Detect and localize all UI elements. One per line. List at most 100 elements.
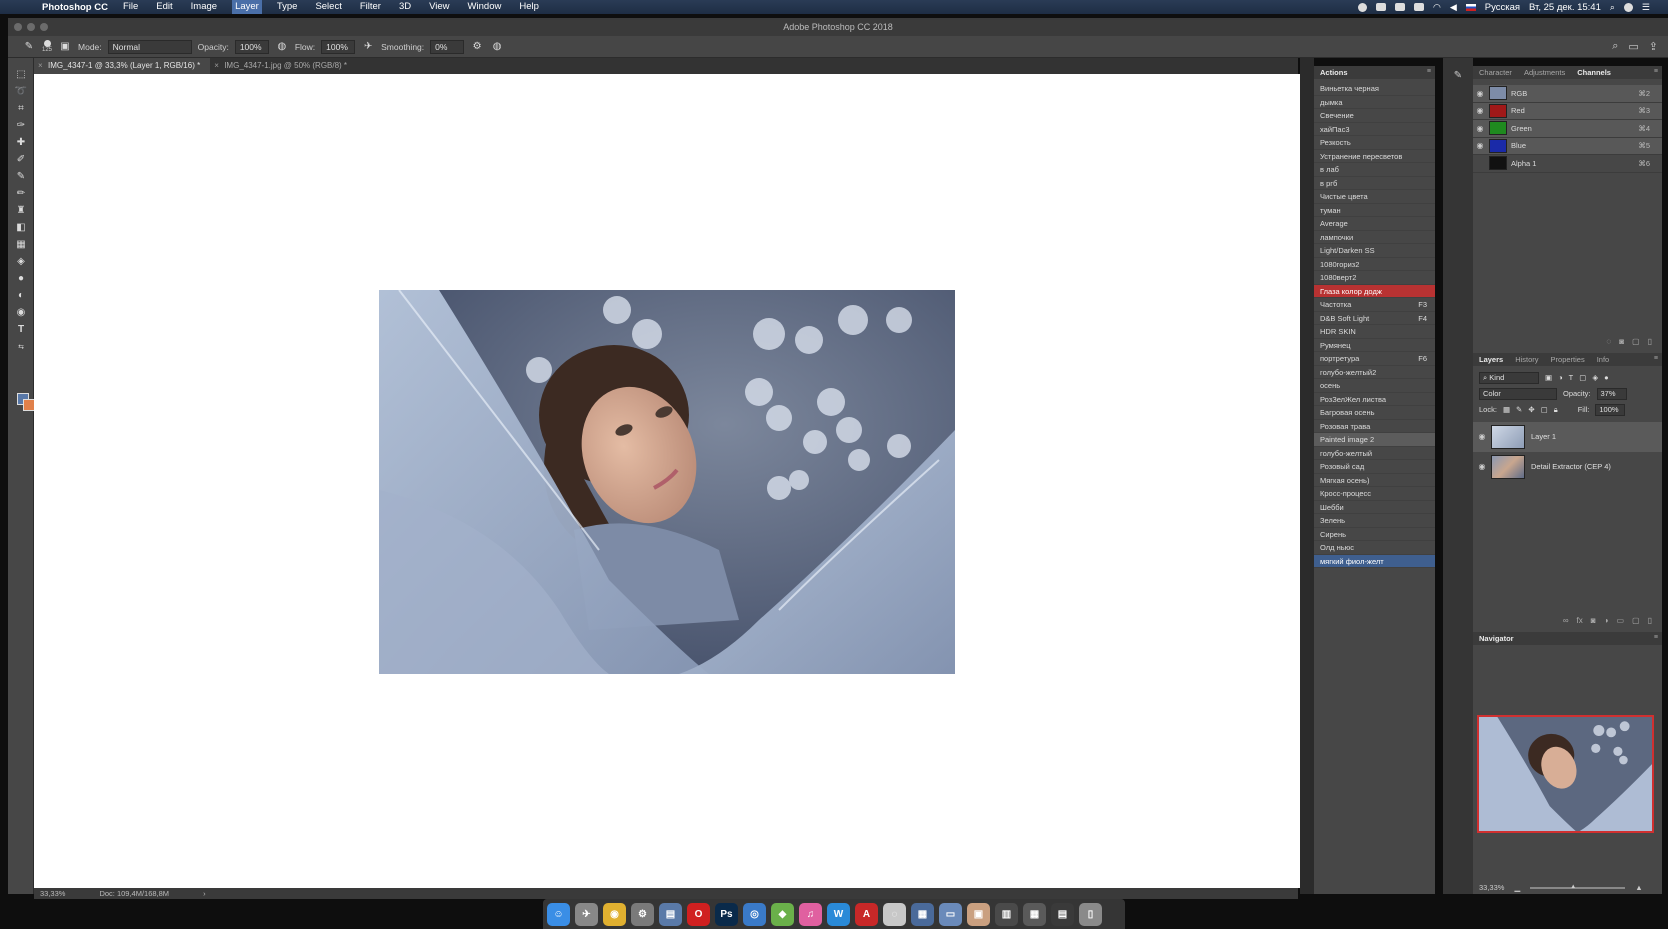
- menu-type[interactable]: Type: [274, 0, 301, 14]
- record-icon[interactable]: [1357, 2, 1367, 12]
- acrobat-icon[interactable]: A: [855, 902, 878, 926]
- zoom-out-icon[interactable]: ▁: [1514, 883, 1520, 892]
- finder-folder-icon[interactable]: ▤: [659, 902, 682, 926]
- status-menu-chevron-icon[interactable]: ›: [203, 889, 206, 898]
- mode-select[interactable]: Normal: [107, 39, 192, 54]
- folder-stack-icon[interactable]: ▦: [911, 902, 934, 926]
- action-item[interactable]: Розовая трава: [1314, 420, 1435, 433]
- itunes-icon[interactable]: ♫: [799, 902, 822, 926]
- navigator-tab[interactable]: Navigator: [1479, 634, 1514, 643]
- trash-icon[interactable]: ▯: [1079, 902, 1102, 926]
- delete-channel-icon[interactable]: ▯: [1648, 337, 1652, 346]
- action-item[interactable]: Глаза колор додж: [1314, 284, 1435, 298]
- visibility-eye-icon[interactable]: ◉: [1473, 124, 1487, 133]
- visibility-eye-icon[interactable]: ◉: [1473, 432, 1491, 441]
- link-layers-icon[interactable]: ∞: [1563, 616, 1569, 625]
- action-item[interactable]: лампочки: [1314, 231, 1435, 244]
- zoom-in-icon[interactable]: ▲: [1635, 883, 1642, 892]
- clock[interactable]: Вт, 25 дек. 15:41: [1529, 2, 1601, 13]
- screenshot-icon[interactable]: ▭: [939, 902, 962, 926]
- layer-row[interactable]: ◉ Layer 1: [1473, 421, 1662, 452]
- action-item[interactable]: РозЗелЖел листва: [1314, 393, 1435, 406]
- action-item[interactable]: Устранение пересветов: [1314, 150, 1435, 163]
- menu-select[interactable]: Select: [312, 0, 344, 14]
- lock-artboard-icon[interactable]: ▢: [1541, 405, 1548, 414]
- layer-style-icon[interactable]: fx: [1577, 616, 1583, 625]
- action-item[interactable]: 1080верт2: [1314, 271, 1435, 285]
- action-item[interactable]: Мягкая осень): [1314, 474, 1435, 487]
- menu-edit[interactable]: Edit: [153, 0, 175, 14]
- menu-window[interactable]: Window: [465, 0, 505, 14]
- action-item[interactable]: осень: [1314, 379, 1435, 393]
- visibility-eye-icon[interactable]: ◉: [1473, 141, 1487, 150]
- action-item[interactable]: Румянец: [1314, 339, 1435, 352]
- document-tab[interactable]: × IMG_4347-1.jpg @ 50% (RGB/8) *: [210, 58, 357, 74]
- crop-tool-icon[interactable]: ⌗: [8, 100, 34, 117]
- action-item[interactable]: 1080гориз2: [1314, 258, 1435, 271]
- lock-pixels-icon[interactable]: ✎: [1516, 405, 1522, 414]
- actions-tab[interactable]: Actions: [1320, 68, 1348, 77]
- action-item[interactable]: D&B Soft Light F4: [1314, 312, 1435, 325]
- zoom-slider-thumb[interactable]: ▲: [1570, 884, 1576, 890]
- pressure-opacity-icon[interactable]: ◍: [275, 40, 289, 54]
- channel-row[interactable]: Alpha 1 ⌘6: [1473, 155, 1662, 173]
- eraser-tool-icon[interactable]: ◧: [8, 219, 34, 236]
- word-icon[interactable]: W: [827, 902, 850, 926]
- gradient-tool-icon[interactable]: ▦: [8, 236, 34, 253]
- spotlight-icon[interactable]: ⌕: [1610, 2, 1615, 13]
- tab-layers[interactable]: Layers: [1479, 355, 1503, 364]
- notification-center-icon[interactable]: ☰: [1642, 2, 1650, 13]
- new-channel-icon[interactable]: ▢: [1632, 337, 1640, 346]
- layer-row[interactable]: ◉ Detail Extractor (CEP 4): [1473, 452, 1662, 482]
- layer-filter-kind[interactable]: ⌕ Kind: [1479, 371, 1539, 384]
- clone-stamp-tool-icon[interactable]: ♜: [8, 202, 34, 219]
- cloud-icon[interactable]: [1375, 3, 1386, 11]
- siri-icon[interactable]: [1623, 2, 1633, 12]
- grid-icon[interactable]: ▦: [1023, 902, 1046, 926]
- filter-toggle-icon[interactable]: ●: [1604, 373, 1609, 382]
- zoom-window-button[interactable]: [40, 23, 48, 31]
- swap-colors-icon[interactable]: ⇆: [8, 338, 34, 355]
- zoom-level[interactable]: 33,33%: [40, 889, 65, 898]
- action-item[interactable]: в лаб: [1314, 163, 1435, 177]
- pressure-size-icon[interactable]: ◍: [490, 40, 504, 54]
- visibility-eye-icon[interactable]: ◉: [1473, 462, 1491, 471]
- panel-menu-icon[interactable]: ≡: [1654, 355, 1658, 362]
- smoothing-settings-gear-icon[interactable]: ⚙: [470, 40, 484, 54]
- share-icon[interactable]: ⇪: [1649, 40, 1658, 53]
- save-selection-icon[interactable]: ◙: [1619, 337, 1624, 346]
- artboard[interactable]: [34, 74, 1300, 888]
- doc-size[interactable]: Doc: 109,4M/168,8M: [99, 889, 169, 898]
- system-prefs-icon[interactable]: ⚙: [631, 902, 654, 926]
- menu-3d[interactable]: 3D: [396, 0, 414, 14]
- action-item[interactable]: Light/Darken SS: [1314, 244, 1435, 258]
- lock-transparent-icon[interactable]: ▦: [1503, 405, 1510, 414]
- opacity-field[interactable]: 100%: [234, 39, 269, 54]
- action-item[interactable]: Сирень: [1314, 528, 1435, 541]
- app-name-menu[interactable]: Photoshop CC: [42, 2, 108, 13]
- filter-type-icon[interactable]: T: [1569, 373, 1574, 382]
- photos-stack-icon[interactable]: ▥: [995, 902, 1018, 926]
- type-tool-icon[interactable]: T: [8, 321, 34, 338]
- visibility-eye-icon[interactable]: ◉: [1473, 89, 1487, 98]
- new-layer-icon[interactable]: ▢: [1632, 616, 1640, 625]
- action-item[interactable]: дымка: [1314, 96, 1435, 109]
- tab-info[interactable]: Info: [1597, 355, 1610, 364]
- channel-row[interactable]: ◉ RGB ⌘2: [1473, 85, 1662, 103]
- healing-brush-tool-icon[interactable]: ✚: [8, 134, 34, 151]
- apple-menu-icon[interactable]: [20, 0, 34, 14]
- maps-icon[interactable]: ◆: [771, 902, 794, 926]
- blur-tool-icon[interactable]: ◐: [8, 287, 34, 304]
- brush-preset-picker[interactable]: 125: [42, 39, 52, 54]
- filter-adjustment-icon[interactable]: ◑: [1558, 373, 1563, 382]
- brush-panel-icon[interactable]: ▣: [58, 40, 72, 54]
- layer-name[interactable]: Detail Extractor (CEP 4): [1531, 462, 1611, 471]
- eyedropper-tool-icon[interactable]: ✑: [8, 117, 34, 134]
- lasso-tool-icon[interactable]: ➰: [8, 83, 34, 100]
- document-photo[interactable]: [379, 290, 955, 674]
- action-item[interactable]: Painted image 2: [1314, 433, 1435, 447]
- close-tab-icon[interactable]: ×: [38, 58, 43, 74]
- menu-layer[interactable]: Layer: [232, 0, 262, 14]
- volume-icon[interactable]: ◀: [1450, 2, 1457, 13]
- load-selection-icon[interactable]: ◌: [1606, 337, 1611, 346]
